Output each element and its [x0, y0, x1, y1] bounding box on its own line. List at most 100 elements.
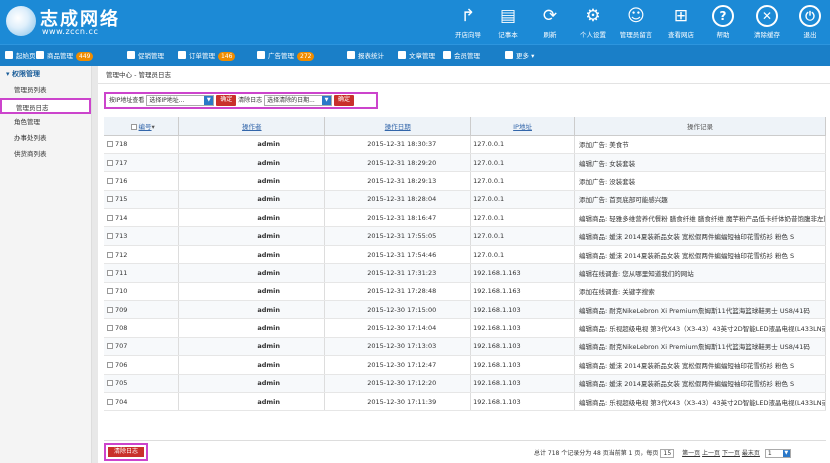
- cell-id[interactable]: 706: [104, 355, 180, 375]
- ip-ok-button[interactable]: 确定: [216, 95, 237, 106]
- cell-record: 编辑商品: 乐视超级电视 第3代X43（X3-43）43英寸2D智能LED液晶电…: [574, 392, 827, 412]
- sidebar-item[interactable]: 管理员列表: [0, 82, 91, 98]
- header-record: 操作记录: [574, 117, 827, 136]
- chat-icon: ☺: [627, 6, 645, 26]
- row-checkbox[interactable]: [107, 141, 113, 148]
- prev-page-link[interactable]: 上一页: [702, 450, 720, 457]
- row-checkbox[interactable]: [107, 325, 113, 332]
- first-page-link[interactable]: 第一页: [682, 450, 700, 457]
- nav-icon: [505, 51, 513, 59]
- nav-item[interactable]: 文章管理: [398, 45, 435, 67]
- toolbar-button-gear[interactable]: ⚙ 个人设置: [571, 0, 615, 44]
- cell-date: 2015-12-30 17:12:20: [324, 374, 472, 393]
- sidebar-splitter[interactable]: [92, 66, 98, 463]
- chevron-down-icon: ▼: [204, 96, 214, 105]
- nav-item[interactable]: 报表统计: [347, 45, 384, 67]
- cell-date: 2015-12-31 18:29:20: [324, 153, 472, 173]
- next-page-link[interactable]: 下一页: [722, 450, 740, 457]
- cart-icon: ⊞: [673, 6, 689, 26]
- notepad-icon: ▤: [499, 6, 517, 26]
- cell-date: 2015-12-30 17:15:00: [324, 300, 472, 320]
- table-footer: 清除日志 总计 718 个记录分为 48 页当前第 1 页，每页 15 第一页 上…: [104, 440, 826, 463]
- toolbar-button-cart[interactable]: ⊞ 查看网店: [659, 0, 703, 44]
- nav-item[interactable]: 促销管理: [127, 45, 164, 67]
- row-checkbox[interactable]: [107, 380, 113, 387]
- toolbar-button-help[interactable]: ? 帮助: [701, 0, 745, 44]
- toolbar-button-clear[interactable]: ✕ 清除缓存: [745, 0, 789, 44]
- nav-item[interactable]: 起始页: [5, 45, 36, 67]
- header-ip[interactable]: IP地址: [470, 117, 575, 136]
- cell-id[interactable]: 712: [104, 245, 180, 265]
- toolbar-button-refresh[interactable]: ⟳ 刷新: [528, 0, 572, 44]
- toolbar-label: 查看网店: [668, 31, 694, 39]
- cell-id[interactable]: 718: [104, 135, 180, 154]
- toolbar-button-arrow-turn[interactable]: ↱ 开店向导: [446, 0, 490, 44]
- row-checkbox[interactable]: [107, 196, 113, 203]
- toolbar-button-power[interactable]: ⏻ 退出: [788, 0, 830, 44]
- page-size-input[interactable]: 15: [660, 449, 675, 458]
- table-row: 709 admin 2015-12-30 17:15:00 192.168.1.103…: [104, 300, 827, 320]
- ip-select[interactable]: 选择IP地址... ▼: [146, 95, 215, 106]
- header-id[interactable]: 编号▾: [104, 117, 180, 136]
- row-checkbox[interactable]: [107, 398, 113, 405]
- nav-item[interactable]: 会员管理: [443, 45, 480, 67]
- page-select[interactable]: 1 ▼: [764, 449, 791, 458]
- row-checkbox[interactable]: [107, 233, 113, 240]
- toolbar-label: 个人设置: [580, 31, 606, 39]
- row-checkbox[interactable]: [107, 214, 113, 221]
- toolbar-button-chat[interactable]: ☺ 管理员留言: [614, 0, 658, 44]
- count-badge: 272: [297, 52, 315, 61]
- cell-id[interactable]: 704: [104, 392, 180, 412]
- cell-id[interactable]: 708: [104, 318, 180, 338]
- sidebar-item[interactable]: 供货商列表: [0, 146, 91, 162]
- row-checkbox[interactable]: [107, 251, 113, 258]
- row-checkbox[interactable]: [107, 361, 113, 368]
- date-ok-button[interactable]: 确定: [334, 95, 355, 106]
- row-checkbox[interactable]: [107, 159, 113, 166]
- cell-id[interactable]: 714: [104, 208, 180, 228]
- ip-filter-label: 按IP地址查看: [109, 97, 145, 104]
- row-checkbox[interactable]: [107, 343, 113, 350]
- row-checkbox[interactable]: [107, 288, 113, 295]
- breadcrumb-home[interactable]: 管理中心: [106, 71, 132, 79]
- cell-id[interactable]: 716: [104, 171, 180, 191]
- nav-item[interactable]: 订单管理 146: [178, 45, 236, 67]
- cell-ip: 127.0.0.1: [470, 153, 575, 173]
- toolbar-label: 记事本: [498, 31, 518, 39]
- sidebar-item[interactable]: 办事处列表: [0, 130, 91, 146]
- cell-id[interactable]: 713: [104, 226, 180, 246]
- cell-operator: admin: [178, 245, 326, 265]
- toolbar-label: 刷新: [543, 31, 557, 39]
- header-date[interactable]: 操作日期: [324, 117, 472, 136]
- toolbar-button-notepad[interactable]: ▤ 记事本: [486, 0, 530, 44]
- row-checkbox[interactable]: [107, 177, 113, 184]
- row-checkbox[interactable]: [107, 269, 113, 276]
- main-nav: 起始页 商品管理 449 促销管理 订单管理 146 广告管理 272 报表统计 文章管理 会员管理…: [0, 44, 830, 66]
- nav-item[interactable]: 更多 ▾: [505, 45, 534, 67]
- sidebar-item[interactable]: 角色管理: [0, 114, 91, 130]
- cell-id[interactable]: 711: [104, 263, 180, 283]
- header-operator[interactable]: 操作者: [178, 117, 326, 136]
- cell-id[interactable]: 717: [104, 153, 180, 173]
- date-select[interactable]: 选择清除的日期... ▼: [264, 95, 333, 106]
- sidebar-group-title[interactable]: ▾ 权限管理: [0, 66, 91, 82]
- cell-operator: admin: [178, 374, 326, 393]
- cell-id[interactable]: 715: [104, 190, 180, 210]
- nav-item[interactable]: 商品管理 449: [36, 45, 94, 67]
- cell-id[interactable]: 707: [104, 337, 180, 357]
- logo-icon: [6, 6, 36, 36]
- last-page-link[interactable]: 最末页: [742, 450, 760, 457]
- cell-id[interactable]: 710: [104, 282, 180, 302]
- cell-id[interactable]: 705: [104, 374, 180, 393]
- row-checkbox[interactable]: [107, 306, 113, 313]
- select-all-checkbox[interactable]: [130, 123, 137, 130]
- nav-item[interactable]: 广告管理 272: [257, 45, 315, 67]
- power-icon: ⏻: [799, 5, 821, 27]
- cell-id[interactable]: 709: [104, 300, 180, 320]
- cell-date: 2015-12-30 17:12:47: [324, 355, 472, 375]
- cell-record: 编辑商品: 媛沫 2014夏装新品女装 宽松假两件蝙蝠短袖印花雪纺衫 粉色 S: [574, 226, 827, 246]
- cell-operator: admin: [178, 190, 326, 210]
- sidebar-item[interactable]: 管理员日志: [0, 98, 91, 114]
- table-row: 715 admin 2015-12-31 18:28:04 127.0.0.1 添加广告…: [104, 190, 827, 210]
- clear-log-button[interactable]: 清除日志: [108, 447, 144, 457]
